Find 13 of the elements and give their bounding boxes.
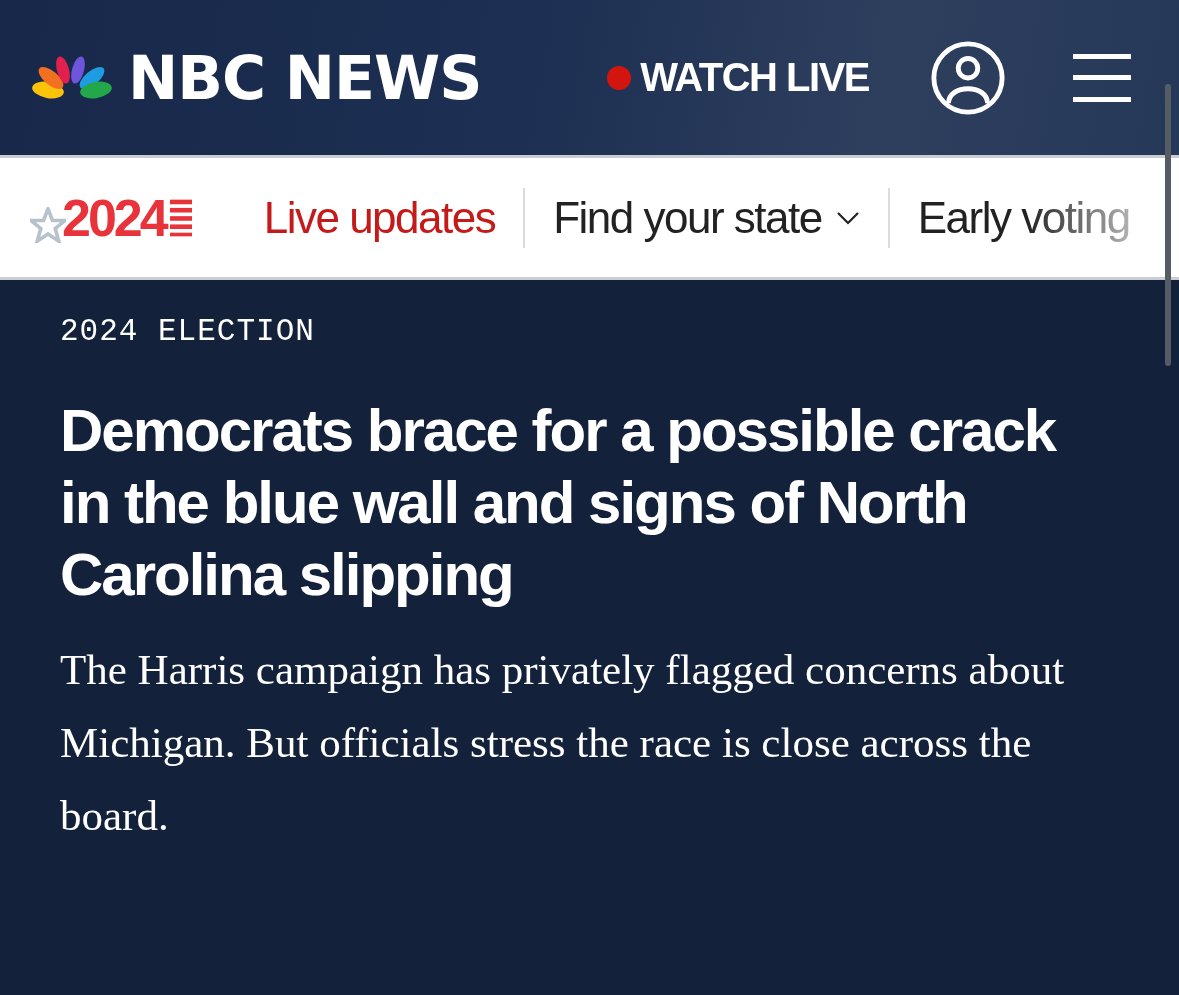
election-logo[interactable]: 2024 bbox=[30, 187, 192, 248]
logo-link[interactable]: NBC NEWS bbox=[30, 42, 482, 113]
nav-link[interactable]: Find your state bbox=[553, 192, 860, 243]
nav-link[interactable]: Early voting bbox=[917, 192, 1130, 243]
account-icon[interactable] bbox=[929, 38, 1007, 117]
headline: Democrats brace for a possible crack in the blue wall and signs of North Carolina slipping bbox=[60, 396, 1058, 610]
watch-live-link[interactable]: WATCH LIVE bbox=[607, 55, 869, 100]
menu-icon[interactable] bbox=[1073, 53, 1131, 102]
nav-link[interactable]: Live updates bbox=[263, 192, 496, 243]
scrollbar[interactable] bbox=[1165, 84, 1171, 366]
summary-text: The Harris campaign has privately flagged concerns about Michigan. But officials stress the race is close across the board. bbox=[60, 645, 1066, 842]
section-label: 2024 ELECTION bbox=[60, 314, 316, 349]
peacock-icon bbox=[30, 55, 114, 100]
